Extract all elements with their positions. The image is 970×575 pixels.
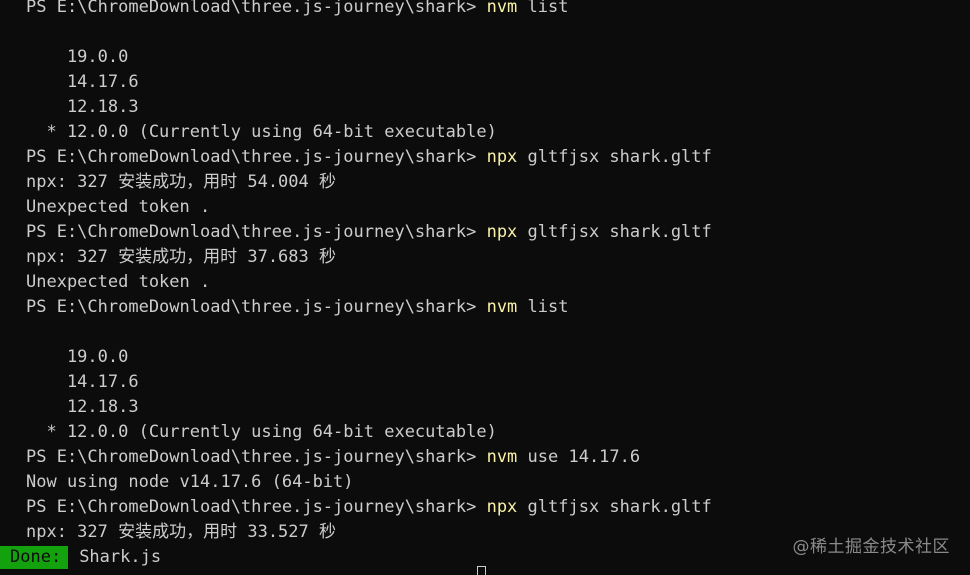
output-text: * 12.0.0 (Currently using 64-bit executa…: [26, 422, 497, 442]
output-text: 14.17.6: [26, 72, 139, 92]
output-text: Unexpected token .: [26, 272, 211, 292]
prompt-path: PS E:\ChromeDownload\three.js-journey\sh…: [26, 297, 487, 317]
terminal-line: npx: 327 安装成功，用时 37.683 秒: [26, 245, 712, 270]
command-args: use 14.17.6: [517, 447, 641, 467]
done-badge: Done:: [0, 546, 69, 569]
terminal-line: 12.18.3: [26, 395, 712, 420]
terminal-line: PS E:\ChromeDownload\three.js-journey\sh…: [26, 220, 712, 245]
terminal-line: Unexpected token .: [26, 195, 712, 220]
output-text: npx: 327 安装成功，用时 33.527 秒: [26, 522, 336, 542]
output-text: 19.0.0: [26, 347, 129, 367]
command-args: list: [517, 0, 569, 17]
command-name: nvm: [486, 0, 518, 17]
terminal-line: * 12.0.0 (Currently using 64-bit executa…: [26, 120, 712, 145]
output-text: * 12.0.0 (Currently using 64-bit executa…: [26, 122, 497, 142]
command-args: gltfjsx shark.gltf: [517, 497, 712, 517]
output-text: Unexpected token .: [26, 197, 211, 217]
terminal-line: Done: Shark.js: [0, 545, 712, 570]
terminal-line: 19.0.0: [26, 45, 712, 70]
terminal-line: Now using node v14.17.6 (64-bit): [26, 470, 712, 495]
prompt-path: PS E:\ChromeDownload\three.js-journey\sh…: [26, 222, 487, 242]
terminal-output: PS E:\ChromeDownload\three.js-journey\sh…: [0, 0, 712, 570]
output-text: 12.18.3: [26, 97, 139, 117]
terminal-line: npx: 327 安装成功，用时 33.527 秒: [26, 520, 712, 545]
command-args: gltfjsx shark.gltf: [517, 147, 712, 167]
output-text: 12.18.3: [26, 397, 139, 417]
terminal-line: PS E:\ChromeDownload\three.js-journey\sh…: [26, 495, 712, 520]
command-name: nvm: [486, 297, 518, 317]
prompt-path: PS E:\ChromeDownload\three.js-journey\sh…: [26, 447, 487, 467]
prompt-path: PS E:\ChromeDownload\three.js-journey\sh…: [26, 497, 487, 517]
terminal-line: npx: 327 安装成功，用时 54.004 秒: [26, 170, 712, 195]
terminal-line: 12.18.3: [26, 95, 712, 120]
output-text: npx: 327 安装成功，用时 54.004 秒: [26, 172, 336, 192]
watermark: @稀土掘金技术社区: [792, 537, 950, 557]
terminal-window[interactable]: PS E:\ChromeDownload\three.js-journey\sh…: [0, 0, 970, 575]
prompt-path: PS E:\ChromeDownload\three.js-journey\sh…: [26, 0, 487, 17]
output-text: 19.0.0: [26, 47, 129, 67]
output-text: Now using node v14.17.6 (64-bit): [26, 472, 354, 492]
terminal-line: 19.0.0: [26, 345, 712, 370]
command-name: npx: [486, 222, 518, 242]
terminal-line: * 12.0.0 (Currently using 64-bit executa…: [26, 420, 712, 445]
command-name: npx: [486, 497, 518, 517]
command-name: npx: [486, 147, 518, 167]
text-cursor: [477, 566, 486, 575]
command-args: gltfjsx shark.gltf: [517, 222, 712, 242]
terminal-line: 14.17.6: [26, 370, 712, 395]
terminal-line: PS E:\ChromeDownload\three.js-journey\sh…: [26, 0, 712, 20]
terminal-line: 14.17.6: [26, 70, 712, 95]
output-text: 14.17.6: [26, 372, 139, 392]
terminal-line: Unexpected token .: [26, 270, 712, 295]
command-name: nvm: [486, 447, 518, 467]
output-text: npx: 327 安装成功，用时 37.683 秒: [26, 247, 336, 267]
output-filename: Shark.js: [79, 547, 162, 567]
prompt-path: PS E:\ChromeDownload\three.js-journey\sh…: [26, 147, 487, 167]
terminal-line: PS E:\ChromeDownload\three.js-journey\sh…: [26, 145, 712, 170]
terminal-line: PS E:\ChromeDownload\three.js-journey\sh…: [26, 295, 712, 320]
command-args: list: [517, 297, 569, 317]
terminal-line: PS E:\ChromeDownload\three.js-journey\sh…: [26, 445, 712, 470]
